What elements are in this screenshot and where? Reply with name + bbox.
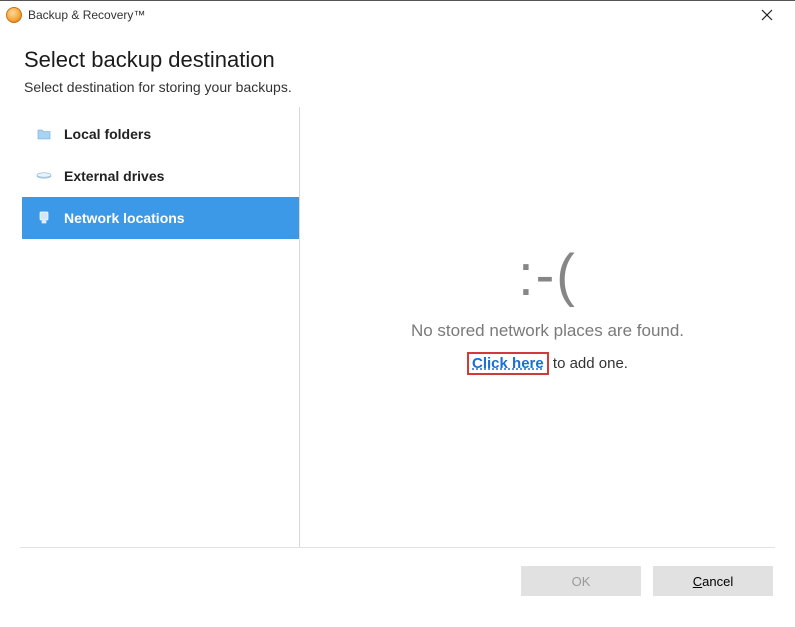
sidebar-item-label: External drives: [64, 168, 164, 184]
empty-state-action: Click here to add one.: [467, 355, 628, 372]
page-subtitle: Select destination for storing your back…: [24, 79, 771, 95]
click-here-link[interactable]: Click here: [467, 352, 549, 375]
cancel-button[interactable]: Cancel: [653, 566, 773, 596]
ok-button-label: OK: [572, 574, 591, 589]
close-button[interactable]: [747, 3, 787, 27]
titlebar: Backup & Recovery™: [0, 1, 795, 29]
cancel-rest: ancel: [702, 574, 733, 589]
titlebar-left: Backup & Recovery™: [6, 7, 145, 23]
empty-state-message: No stored network places are found.: [411, 321, 684, 341]
header: Select backup destination Select destina…: [0, 29, 795, 107]
sidebar-item-label: Network locations: [64, 210, 185, 226]
ok-button: OK: [521, 566, 641, 596]
close-icon: [761, 9, 773, 21]
page-title: Select backup destination: [24, 47, 771, 73]
app-icon: [6, 7, 22, 23]
action-suffix: to add one.: [549, 355, 628, 372]
content-pane: :-( No stored network places are found. …: [300, 107, 795, 547]
sidebar-item-local-folders[interactable]: Local folders: [22, 113, 299, 155]
folder-icon: [36, 127, 52, 141]
sidebar-item-network-locations[interactable]: Network locations: [22, 197, 299, 239]
sidebar-item-label: Local folders: [64, 126, 151, 142]
sidebar: Local folders External drives Network lo…: [22, 107, 300, 547]
body: Local folders External drives Network lo…: [0, 107, 795, 547]
footer: OK Cancel: [0, 548, 795, 596]
sidebar-item-external-drives[interactable]: External drives: [22, 155, 299, 197]
drive-icon: [36, 169, 52, 183]
app-title: Backup & Recovery™: [28, 8, 145, 22]
network-icon: [36, 211, 52, 225]
sad-face-icon: :-(: [518, 240, 577, 308]
cancel-accel: C: [693, 574, 702, 589]
